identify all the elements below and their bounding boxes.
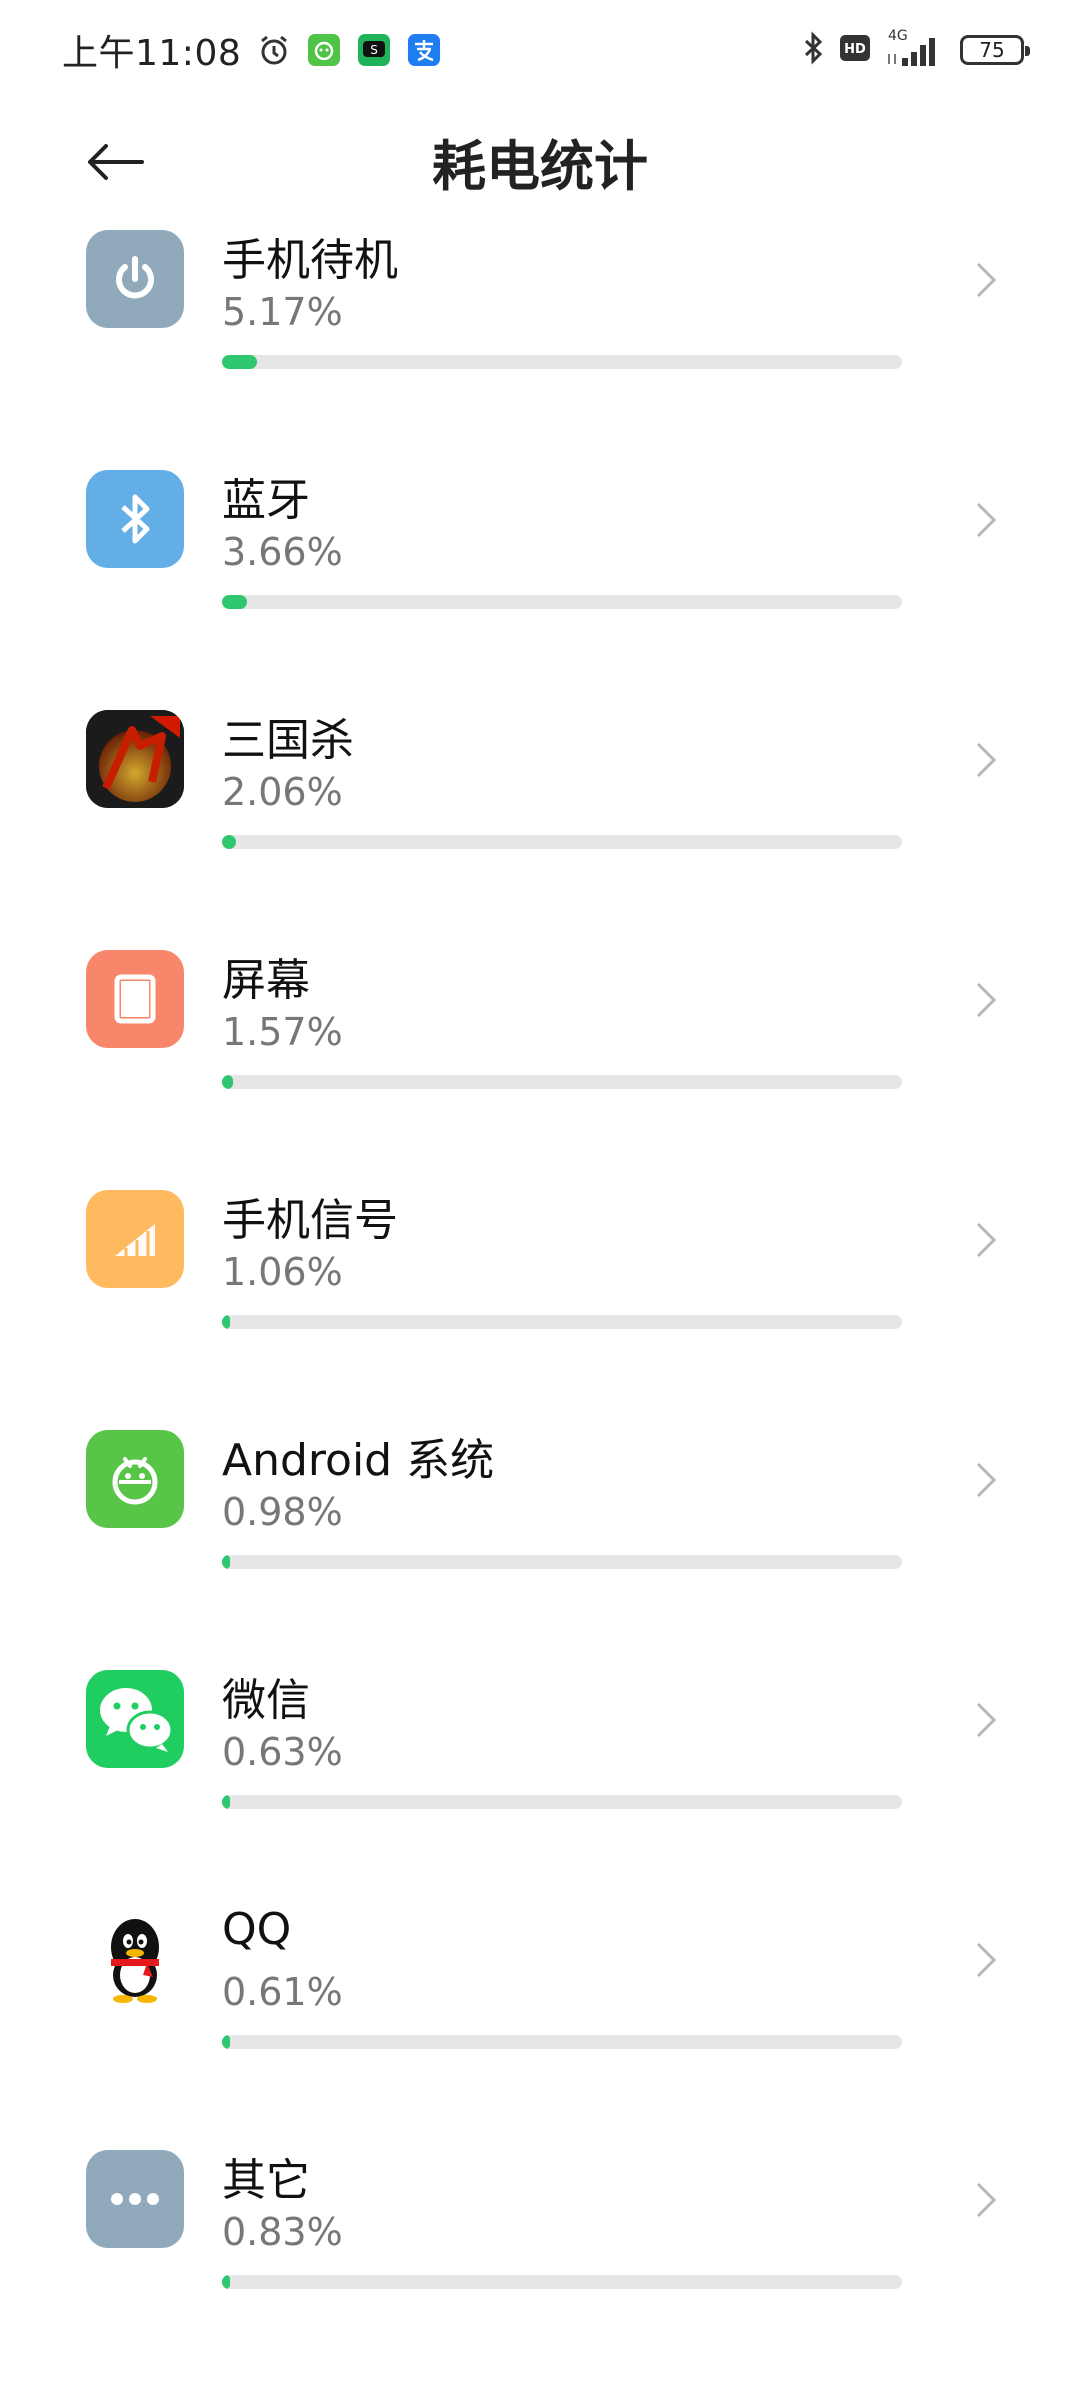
list-item[interactable]: Android 系统 0.98% bbox=[0, 1380, 1080, 1580]
item-percent: 1.06% bbox=[222, 1250, 343, 1294]
power-usage-list: 手机待机 5.17% 蓝牙 3.66% 三国杀 2.06% 屏幕 1.57% 手… bbox=[0, 220, 1080, 2400]
usage-bar-fill bbox=[222, 1075, 233, 1089]
alarm-icon bbox=[257, 33, 291, 67]
usage-bar bbox=[222, 1555, 902, 1569]
list-item[interactable]: 手机待机 5.17% bbox=[0, 220, 1080, 380]
list-item[interactable]: 三国杀 2.06% bbox=[0, 660, 1080, 860]
hd-icon: HD bbox=[840, 35, 870, 65]
item-name: 三国杀 bbox=[222, 715, 354, 766]
usage-bar-fill bbox=[222, 835, 236, 849]
item-percent: 0.98% bbox=[222, 1490, 343, 1534]
svg-text:HD: HD bbox=[844, 42, 866, 57]
signal-status-icon: 4G bbox=[886, 28, 944, 70]
usage-bar bbox=[222, 1075, 902, 1089]
usage-bar bbox=[222, 355, 902, 369]
item-name: Android 系统 bbox=[222, 1435, 495, 1486]
screen: 上午11:08 S HD 4G 75 耗电统计 手机待机 5.17% 蓝牙 3.… bbox=[0, 0, 1080, 2400]
item-name: 其它 bbox=[222, 2155, 310, 2206]
usage-bar-fill bbox=[222, 355, 258, 369]
item-percent: 0.83% bbox=[222, 2210, 343, 2254]
status-right: HD 4G 75 bbox=[802, 28, 1030, 72]
power-icon bbox=[86, 230, 184, 328]
chevron-right-icon bbox=[966, 250, 1006, 310]
usage-bar-fill bbox=[222, 595, 247, 609]
list-item[interactable]: 其它 0.83% bbox=[0, 2100, 1080, 2300]
item-name: 手机待机 bbox=[222, 235, 398, 286]
battery-icon: 75 bbox=[960, 35, 1030, 65]
usage-bar bbox=[222, 1795, 902, 1809]
status-time: 上午11:08 bbox=[62, 33, 242, 74]
item-name: QQ bbox=[222, 1904, 292, 1955]
qq-icon bbox=[86, 1910, 184, 2008]
usage-bar bbox=[222, 2275, 902, 2289]
item-percent: 3.66% bbox=[222, 530, 343, 574]
usage-bar bbox=[222, 1315, 902, 1329]
chevron-right-icon bbox=[966, 1690, 1006, 1750]
svg-text:S: S bbox=[370, 43, 378, 57]
app-header: 耗电统计 bbox=[0, 100, 1080, 220]
more-icon bbox=[86, 2150, 184, 2248]
wechat-icon bbox=[86, 1670, 184, 1768]
item-name: 微信 bbox=[222, 1675, 310, 1726]
list-item[interactable]: 屏幕 1.57% bbox=[0, 900, 1080, 1100]
item-name: 蓝牙 bbox=[222, 475, 310, 526]
chevron-right-icon bbox=[966, 1450, 1006, 1510]
list-item[interactable]: 微信 0.63% bbox=[0, 1620, 1080, 1820]
chevron-right-icon bbox=[966, 1930, 1006, 1990]
item-percent: 0.61% bbox=[222, 1970, 343, 2014]
alipay-icon bbox=[407, 33, 441, 67]
item-percent: 0.63% bbox=[222, 1730, 343, 1774]
item-percent: 2.06% bbox=[222, 770, 343, 814]
usage-bar-fill bbox=[222, 2035, 230, 2049]
usage-bar bbox=[222, 2035, 902, 2049]
usage-bar bbox=[222, 835, 902, 849]
status-left: 上午11:08 S bbox=[62, 24, 441, 76]
usage-bar bbox=[222, 595, 902, 609]
chevron-right-icon bbox=[966, 2170, 1006, 2230]
usage-bar-fill bbox=[222, 1315, 230, 1329]
list-item[interactable]: 蓝牙 3.66% bbox=[0, 420, 1080, 620]
item-percent: 1.57% bbox=[222, 1010, 343, 1054]
bluetooth-status-icon bbox=[802, 31, 824, 69]
chevron-right-icon bbox=[966, 730, 1006, 790]
item-name: 手机信号 bbox=[222, 1195, 398, 1246]
screen-icon bbox=[86, 950, 184, 1048]
chevron-right-icon bbox=[966, 1210, 1006, 1270]
item-percent: 5.17% bbox=[222, 290, 343, 334]
list-item[interactable]: 手机信号 1.06% bbox=[0, 1140, 1080, 1340]
usage-bar-fill bbox=[222, 2275, 230, 2289]
list-item[interactable]: QQ 0.61% bbox=[0, 1860, 1080, 2060]
android-icon bbox=[86, 1430, 184, 1528]
bluetooth-icon bbox=[86, 470, 184, 568]
chevron-right-icon bbox=[966, 970, 1006, 1030]
sanguosha-app-icon bbox=[86, 710, 184, 808]
signal-icon bbox=[86, 1190, 184, 1288]
chevron-right-icon bbox=[966, 490, 1006, 550]
notification-app-icon bbox=[307, 33, 341, 67]
usage-bar-fill bbox=[222, 1555, 230, 1569]
battery-level: 75 bbox=[979, 38, 1005, 62]
message-app-icon: S bbox=[357, 33, 391, 67]
status-bar: 上午11:08 S HD 4G 75 bbox=[0, 0, 1080, 100]
usage-bar-fill bbox=[222, 1795, 230, 1809]
item-name: 屏幕 bbox=[222, 955, 310, 1006]
page-title: 耗电统计 bbox=[432, 135, 648, 198]
